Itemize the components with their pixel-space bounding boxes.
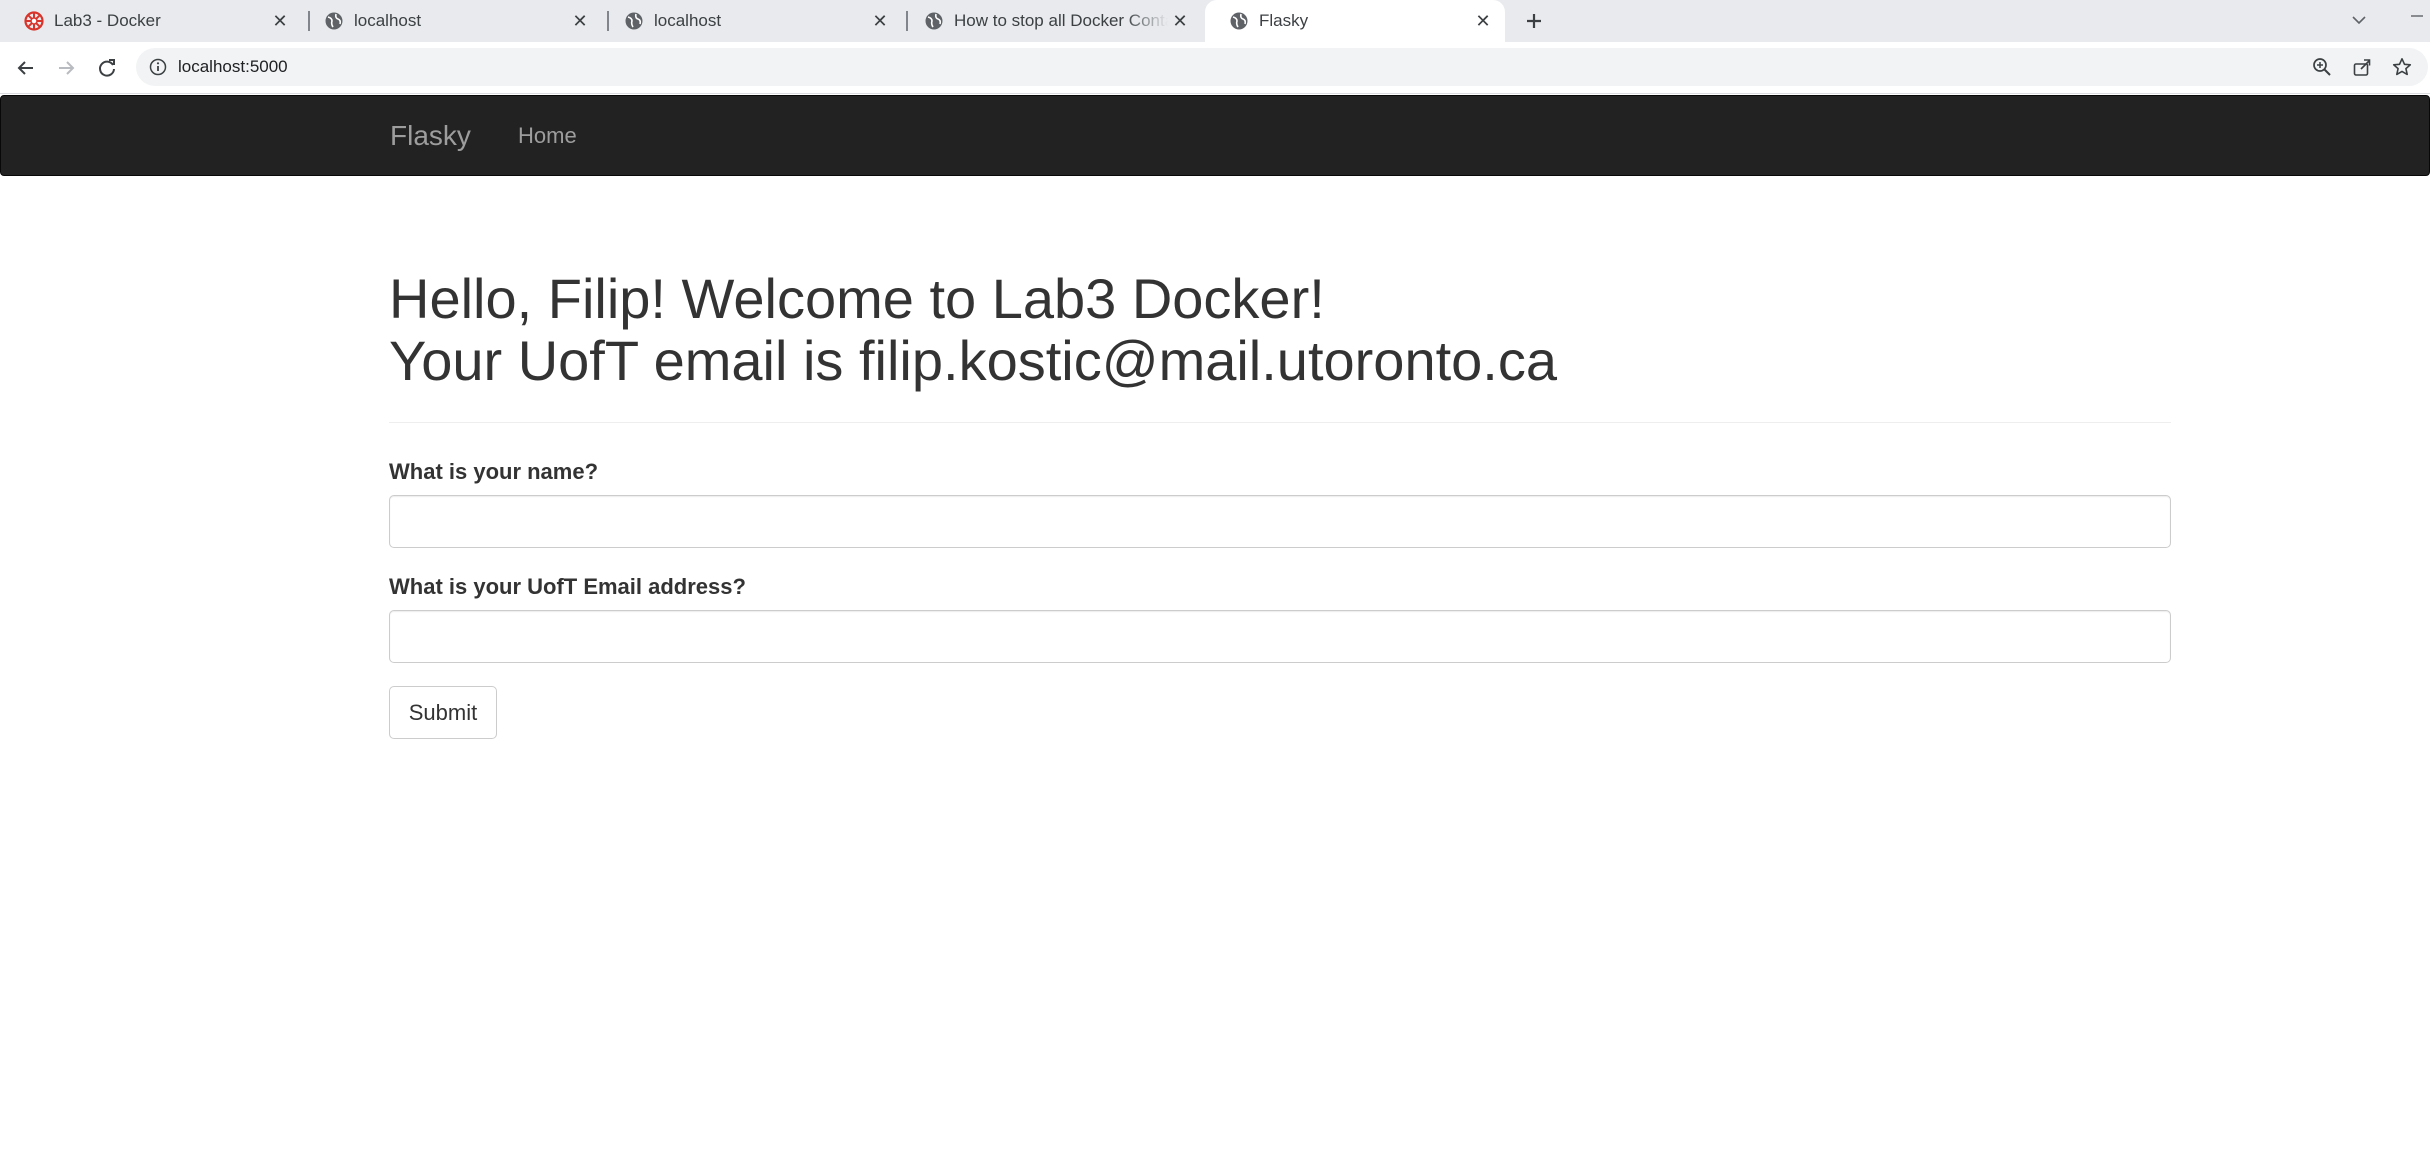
red-logo-icon: [24, 11, 44, 31]
address-bar[interactable]: localhost:5000: [136, 48, 2428, 86]
globe-icon: [624, 11, 644, 31]
close-tab-icon[interactable]: ✕: [1168, 9, 1192, 33]
email-label: What is your UofT Email address?: [389, 574, 746, 599]
tab-title: localhost: [354, 11, 422, 30]
close-tab-icon[interactable]: ✕: [568, 9, 592, 33]
close-tab-icon[interactable]: ✕: [868, 9, 892, 33]
navbar-brand[interactable]: Flasky: [390, 96, 471, 175]
email-input[interactable]: [389, 610, 2171, 663]
browser-toolbar: localhost:5000: [0, 42, 2430, 94]
zoom-icon[interactable]: [2310, 55, 2334, 79]
submit-button[interactable]: Submit: [389, 686, 497, 739]
site-navbar: Flasky Home: [0, 95, 2430, 176]
url-text[interactable]: localhost:5000: [178, 48, 288, 86]
tab-stop-docker[interactable]: How to stop all Docker Containers ✕: [900, 0, 1202, 42]
globe-icon: [924, 11, 944, 31]
share-icon[interactable]: [2350, 55, 2374, 79]
minimize-window-icon[interactable]: [2404, 0, 2430, 30]
email-line: Your UofT email is filip.kostic@mail.uto…: [389, 329, 1557, 392]
name-input[interactable]: [389, 495, 2171, 548]
page-heading: Hello, Filip! Welcome to Lab3 Docker! Yo…: [389, 268, 2179, 392]
tab-strip: Lab3 - Docker ✕ localhost ✕ localhost ✕ …: [0, 0, 2430, 42]
bookmark-star-icon[interactable]: [2390, 55, 2414, 79]
close-tab-icon[interactable]: ✕: [1471, 9, 1495, 33]
tab-localhost-2[interactable]: localhost ✕: [600, 0, 902, 42]
tab-flasky[interactable]: Flasky ✕: [1205, 0, 1505, 42]
tab-title: Flasky: [1259, 11, 1309, 30]
divider: [389, 422, 2171, 423]
globe-icon: [324, 11, 344, 31]
globe-icon: [1229, 11, 1249, 31]
reload-icon[interactable]: [91, 52, 123, 84]
site-info-icon[interactable]: [148, 57, 168, 77]
nav-link-home[interactable]: Home: [518, 96, 577, 175]
tab-title: localhost: [654, 11, 722, 30]
back-arrow-icon[interactable]: [10, 52, 42, 84]
close-tab-icon[interactable]: ✕: [268, 9, 292, 33]
tab-title: Lab3 - Docker: [54, 11, 161, 30]
greeting-line: Hello, Filip! Welcome to Lab3 Docker!: [389, 267, 1325, 330]
new-tab-plus-icon[interactable]: [1518, 5, 1550, 37]
tab-localhost-1[interactable]: localhost ✕: [300, 0, 602, 42]
tab-lab3-docker[interactable]: Lab3 - Docker ✕: [0, 0, 302, 42]
name-label: What is your name?: [389, 459, 599, 484]
tab-title: How to stop all Docker Containers: [954, 11, 1168, 30]
forward-arrow-icon[interactable]: [50, 52, 82, 84]
chevron-down-icon[interactable]: [2344, 5, 2374, 35]
